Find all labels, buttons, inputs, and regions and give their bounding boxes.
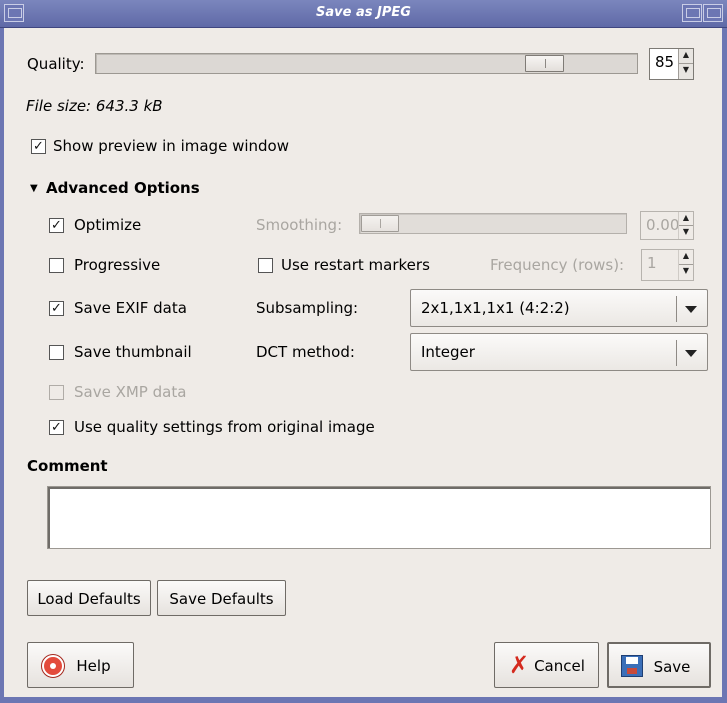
subsampling-label: Subsampling: <box>256 299 359 317</box>
smoothing-slider[interactable] <box>359 213 627 234</box>
dct-method-label: DCT method: <box>256 343 355 361</box>
combo-separator <box>676 340 677 366</box>
cancel-label: Cancel <box>534 657 585 675</box>
smoothing-spin-buttons[interactable]: ▲ ▼ <box>678 212 693 239</box>
save-defaults-button[interactable]: Save Defaults <box>157 580 286 616</box>
show-preview-checkbox[interactable]: ✓ <box>31 139 46 154</box>
save-thumbnail-label[interactable]: Save thumbnail <box>74 343 192 361</box>
chevron-down-icon[interactable] <box>685 306 697 313</box>
frequency-spinbox[interactable]: 1 ▲ ▼ <box>641 249 694 281</box>
quality-slider-thumb[interactable] <box>525 55 564 72</box>
progressive-label[interactable]: Progressive <box>74 256 160 274</box>
smoothing-label: Smoothing: <box>256 216 343 234</box>
dct-method-combo[interactable]: Integer <box>410 333 708 371</box>
window-title: Save as JPEG <box>316 5 411 20</box>
save-exif-label[interactable]: Save EXIF data <box>74 299 187 317</box>
maximize-icon[interactable] <box>682 4 702 22</box>
save-label: Save <box>653 658 691 676</box>
dct-method-value[interactable]: Integer <box>421 343 475 361</box>
save-thumbnail-checkbox[interactable] <box>49 345 64 360</box>
chevron-down-icon[interactable] <box>685 350 697 357</box>
progressive-checkbox[interactable] <box>49 258 64 273</box>
help-label: Help <box>76 657 111 675</box>
smoothing-value[interactable]: 0.00 <box>646 216 679 234</box>
spin-up-icon[interactable]: ▲ <box>679 212 693 226</box>
window-frame-bottom <box>0 697 727 703</box>
load-defaults-button[interactable]: Load Defaults <box>27 580 151 616</box>
save-defaults-label: Save Defaults <box>169 590 274 608</box>
comment-label: Comment <box>27 457 108 475</box>
restart-markers-checkbox[interactable] <box>258 258 273 273</box>
comment-textarea[interactable] <box>47 486 711 549</box>
combo-separator <box>676 296 677 322</box>
use-quality-checkbox[interactable]: ✓ <box>49 420 64 435</box>
title-bar: Save as JPEG <box>0 0 727 28</box>
optimize-label[interactable]: Optimize <box>74 216 141 234</box>
save-exif-checkbox[interactable]: ✓ <box>49 301 64 316</box>
optimize-checkbox[interactable]: ✓ <box>49 218 64 233</box>
quality-slider[interactable] <box>95 53 638 74</box>
triangle-down-icon[interactable]: ▼ <box>30 183 38 194</box>
spin-up-icon[interactable]: ▲ <box>679 49 693 64</box>
use-quality-label[interactable]: Use quality settings from original image <box>74 418 375 436</box>
frequency-label: Frequency (rows): <box>490 256 625 274</box>
save-xmp-label: Save XMP data <box>74 383 187 401</box>
file-size-label: File size: 643.3 kB <box>26 97 163 115</box>
save-xmp-checkbox[interactable] <box>49 385 64 400</box>
spin-down-icon[interactable]: ▼ <box>679 226 693 240</box>
frequency-value[interactable]: 1 <box>647 254 657 272</box>
save-button[interactable]: Save <box>607 642 711 688</box>
quality-label: Quality: <box>27 55 85 73</box>
smoothing-spinbox[interactable]: 0.00 ▲ ▼ <box>640 211 694 240</box>
show-preview-label[interactable]: Show preview in image window <box>53 137 289 155</box>
quality-spin-buttons[interactable]: ▲ ▼ <box>678 49 693 79</box>
load-defaults-label: Load Defaults <box>37 590 141 608</box>
spin-up-icon[interactable]: ▲ <box>679 250 693 265</box>
restart-markers-label[interactable]: Use restart markers <box>281 256 430 274</box>
help-button[interactable]: Help <box>27 642 134 688</box>
quality-spinbox[interactable]: 85 ▲ ▼ <box>649 48 694 80</box>
quality-value[interactable]: 85 <box>655 53 674 71</box>
spin-down-icon[interactable]: ▼ <box>679 265 693 280</box>
subsampling-combo[interactable]: 2x1,1x1,1x1 (4:2:2) <box>410 289 708 327</box>
advanced-options-expander[interactable]: Advanced Options <box>46 179 200 197</box>
subsampling-value[interactable]: 2x1,1x1,1x1 (4:2:2) <box>421 299 570 317</box>
spin-down-icon[interactable]: ▼ <box>679 64 693 79</box>
close-icon[interactable] <box>703 4 723 22</box>
cancel-button[interactable]: ✗ Cancel <box>494 642 599 688</box>
window-frame-left <box>0 28 4 703</box>
smoothing-slider-thumb[interactable] <box>361 215 399 232</box>
window-frame-right <box>722 28 727 703</box>
frequency-spin-buttons[interactable]: ▲ ▼ <box>678 250 693 280</box>
